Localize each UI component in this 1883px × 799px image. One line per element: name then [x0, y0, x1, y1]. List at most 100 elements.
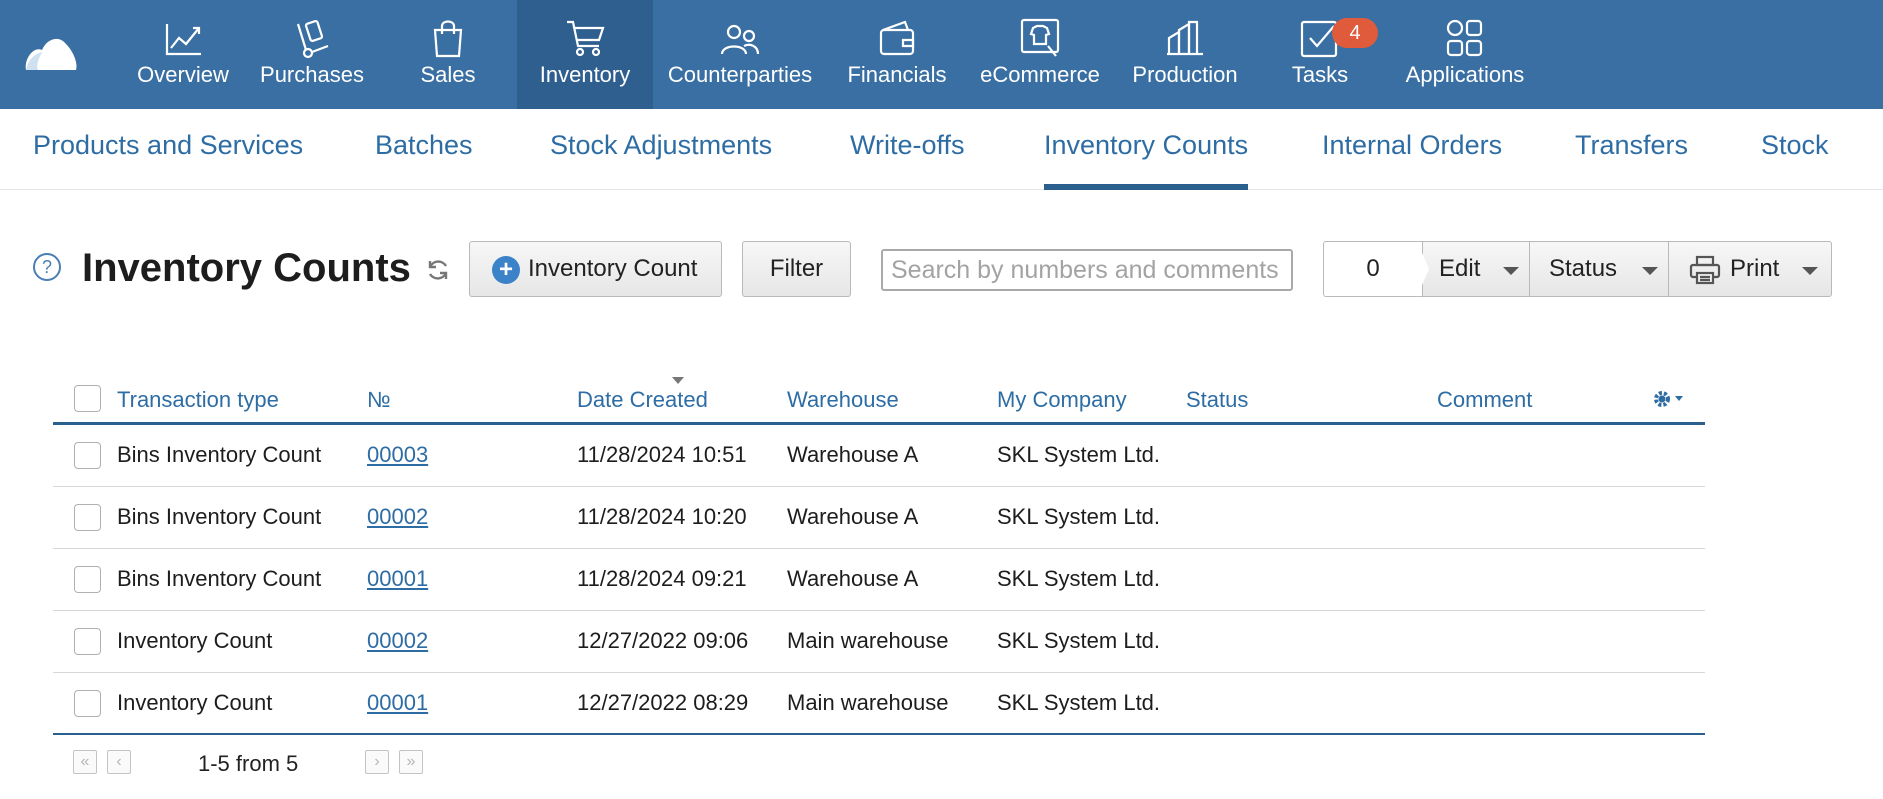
cell-date-created: 11/28/2024 09:21: [577, 566, 747, 591]
nav-production-label: Production: [1132, 62, 1238, 87]
row-checkbox[interactable]: [74, 504, 101, 531]
tab-write-offs[interactable]: Write-offs: [850, 109, 965, 190]
print-menu-button[interactable]: Print: [1668, 241, 1832, 297]
cell-transaction-type: Bins Inventory Count: [117, 566, 322, 591]
app-logo-icon[interactable]: [22, 30, 80, 74]
row-checkbox[interactable]: [74, 566, 101, 593]
nav-tasks[interactable]: 4 Tasks: [1280, 0, 1378, 109]
tab-products-and-services[interactable]: Products and Services: [33, 109, 303, 190]
top-nav-bar: Overview Purchases Sales Inventory Count…: [0, 0, 1883, 109]
cell-transaction-type: Inventory Count: [117, 628, 273, 653]
col-warehouse[interactable]: Warehouse: [787, 387, 899, 413]
nav-purchases[interactable]: Purchases: [255, 0, 369, 109]
nav-financials[interactable]: Financials: [843, 0, 951, 109]
nav-applications-label: Applications: [1405, 62, 1525, 87]
col-number[interactable]: №: [367, 387, 391, 413]
cell-number-link[interactable]: 00001: [367, 566, 428, 592]
first-page-button[interactable]: «: [73, 750, 97, 774]
nav-purchases-label: Purchases: [260, 62, 364, 87]
wallet-icon: [879, 20, 915, 56]
nav-inventory[interactable]: Inventory: [517, 0, 653, 109]
table-row[interactable]: Inventory Count 00001 12/27/2022 08:29 M…: [53, 673, 1705, 735]
tab-transfers[interactable]: Transfers: [1575, 109, 1688, 190]
sort-desc-icon: [672, 377, 684, 384]
chevron-down-icon: [1802, 267, 1818, 275]
select-all-checkbox[interactable]: [74, 385, 101, 412]
table-row[interactable]: Bins Inventory Count 00001 11/28/2024 09…: [53, 549, 1705, 611]
cell-warehouse: Warehouse A: [787, 566, 919, 591]
cell-date-created: 11/28/2024 10:51: [577, 442, 747, 467]
help-icon[interactable]: ?: [33, 253, 61, 281]
add-inventory-count-label: Inventory Count: [528, 255, 698, 282]
cell-my-company: SKL System Ltd.: [997, 442, 1161, 467]
people-icon: [720, 24, 760, 55]
cell-date-created: 12/27/2022 08:29: [577, 690, 749, 715]
edit-menu-label: Edit: [1439, 255, 1481, 282]
print-menu-label: Print: [1730, 255, 1780, 282]
nav-counterparties[interactable]: Counterparties: [665, 0, 815, 109]
tab-batches[interactable]: Batches: [375, 109, 473, 190]
chart-line-icon: [165, 24, 201, 56]
table-row[interactable]: Bins Inventory Count 00002 11/28/2024 10…: [53, 487, 1705, 549]
add-inventory-count-button[interactable]: + Inventory Count: [469, 241, 722, 297]
col-date-created[interactable]: Date Created: [577, 387, 708, 413]
col-comment[interactable]: Comment: [1437, 387, 1532, 413]
count-arrow-divider: [1417, 241, 1429, 297]
tasks-count-badge: 4: [1332, 18, 1378, 48]
next-page-button[interactable]: ›: [365, 750, 389, 774]
prev-page-button[interactable]: ‹: [107, 750, 131, 774]
cell-number-link[interactable]: 00003: [367, 442, 428, 468]
nav-ecommerce-label: eCommerce: [980, 62, 1100, 87]
search-input[interactable]: [881, 249, 1293, 291]
table-header: Transaction type № Date Created Warehous…: [53, 375, 1705, 425]
cell-my-company: SKL System Ltd.: [997, 504, 1161, 529]
status-menu-button[interactable]: Status: [1529, 241, 1669, 297]
table-row[interactable]: Bins Inventory Count 00003 11/28/2024 10…: [53, 425, 1705, 487]
last-page-button[interactable]: »: [399, 750, 423, 774]
nav-applications[interactable]: Applications: [1403, 0, 1527, 109]
cell-my-company: SKL System Ltd.: [997, 566, 1161, 591]
tab-internal-orders[interactable]: Internal Orders: [1322, 109, 1502, 190]
nav-financials-label: Financials: [847, 62, 947, 87]
actions-button-group: 0 Edit Status Print: [1323, 241, 1832, 297]
page-range-text: 1-5 from 5: [198, 751, 299, 776]
tab-inventory-counts[interactable]: Inventory Counts: [1044, 109, 1249, 190]
nav-inventory-label: Inventory: [539, 62, 631, 87]
cell-warehouse: Main warehouse: [787, 628, 949, 653]
row-checkbox[interactable]: [74, 442, 101, 469]
chevron-down-icon: [1503, 267, 1519, 275]
nav-tasks-label: Tasks: [1291, 62, 1349, 87]
chevron-down-icon: [1642, 267, 1658, 275]
row-checkbox[interactable]: [74, 690, 101, 717]
refresh-icon[interactable]: [425, 257, 451, 283]
table-row[interactable]: Inventory Count 00002 12/27/2022 09:06 M…: [53, 611, 1705, 673]
nav-sales-label: Sales: [420, 62, 476, 87]
factory-icon: [1167, 20, 1203, 56]
inventory-subtabs: Products and Services Batches Stock Adju…: [0, 109, 1883, 190]
cell-date-created: 11/28/2024 10:20: [577, 504, 747, 529]
tab-stock[interactable]: Stock: [1761, 109, 1829, 190]
nav-overview[interactable]: Overview: [128, 0, 238, 109]
col-transaction-type[interactable]: Transaction type: [117, 387, 279, 413]
cell-number-link[interactable]: 00002: [367, 504, 428, 530]
edit-menu-button[interactable]: Edit: [1422, 241, 1530, 297]
cell-transaction-type: Bins Inventory Count: [117, 504, 322, 529]
nav-ecommerce[interactable]: eCommerce: [976, 0, 1104, 109]
column-settings-gear-icon[interactable]: [1653, 389, 1689, 409]
cell-warehouse: Main warehouse: [787, 690, 949, 715]
cell-number-link[interactable]: 00002: [367, 628, 428, 654]
status-menu-label: Status: [1549, 255, 1618, 282]
tab-stock-adjustments[interactable]: Stock Adjustments: [550, 109, 772, 190]
col-my-company[interactable]: My Company: [997, 387, 1127, 413]
apps-grid-icon: [1446, 19, 1483, 57]
filter-button[interactable]: Filter: [742, 241, 851, 297]
col-status[interactable]: Status: [1186, 387, 1248, 413]
cell-number-link[interactable]: 00001: [367, 690, 428, 716]
selected-count-indicator: 0: [1323, 241, 1423, 297]
nav-sales[interactable]: Sales: [398, 0, 498, 109]
nav-production[interactable]: Production: [1129, 0, 1241, 109]
shopping-bag-icon: [433, 20, 463, 58]
row-checkbox[interactable]: [74, 628, 101, 655]
cell-transaction-type: Inventory Count: [117, 690, 273, 715]
inventory-counts-table: Transaction type № Date Created Warehous…: [53, 375, 1705, 735]
